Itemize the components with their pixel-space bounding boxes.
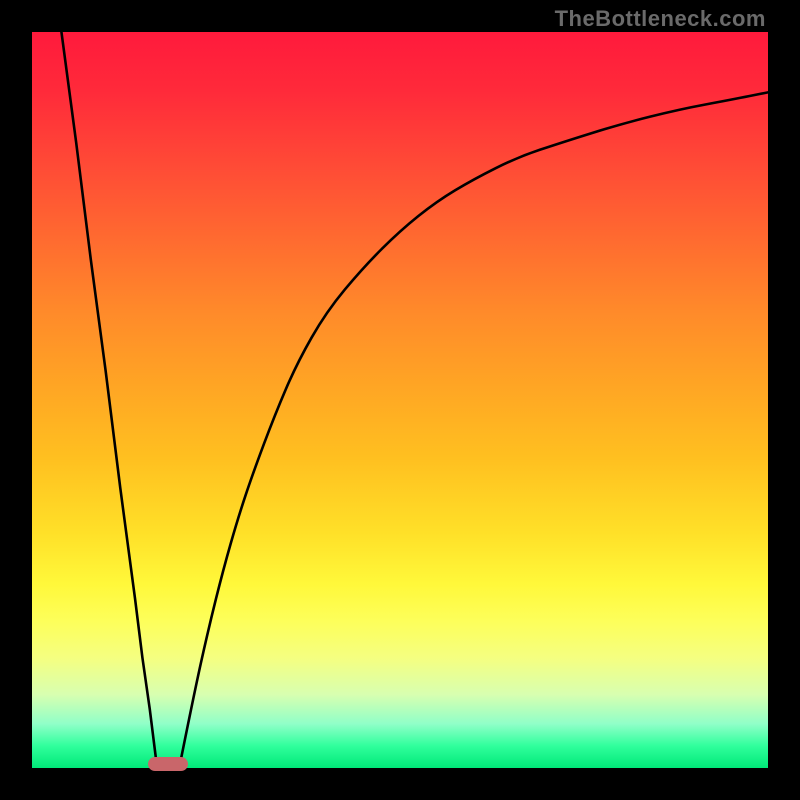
optimal-marker: [148, 757, 188, 771]
curve-svg: [32, 32, 768, 768]
watermark-text: TheBottleneck.com: [555, 6, 766, 32]
chart-frame: TheBottleneck.com: [0, 0, 800, 800]
bottleneck-curve-right: [179, 92, 768, 768]
plot-area: [32, 32, 768, 768]
bottleneck-curve-left: [61, 32, 157, 768]
